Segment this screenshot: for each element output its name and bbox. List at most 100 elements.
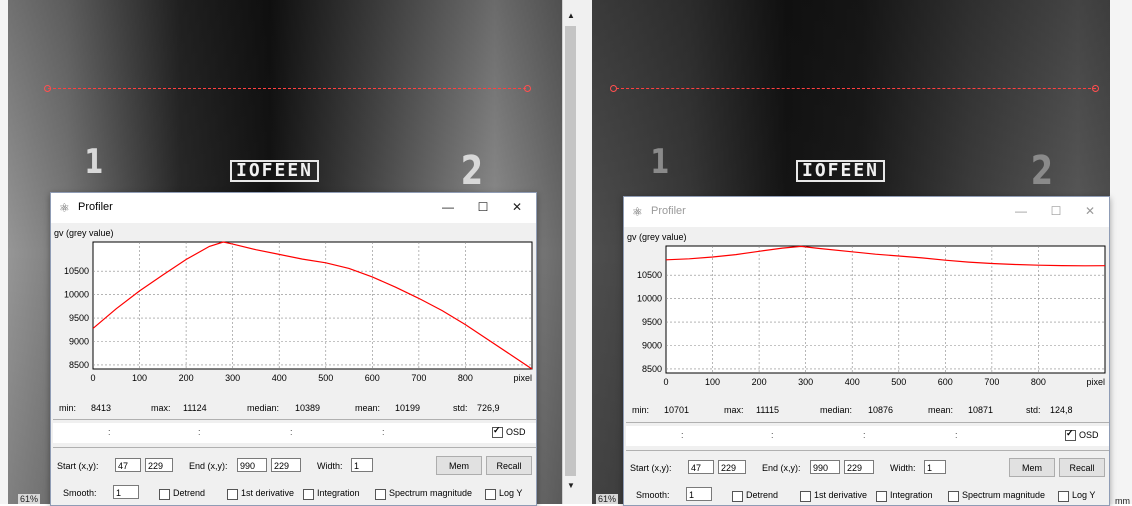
marker-label-2: 2	[460, 148, 484, 194]
x-axis-unit-label: pixel	[1086, 377, 1105, 387]
integration-checkbox[interactable]	[303, 489, 314, 500]
y-axis-label: gv (grey value)	[627, 232, 687, 242]
osd-readout: :	[955, 430, 958, 440]
profiler-titlebar[interactable]: ⚛ Profiler — ☐ ✕	[51, 193, 536, 223]
y-tick-label: 8500	[642, 364, 662, 374]
osd-readout: :	[108, 427, 111, 437]
derivative-label: 1st derivative	[814, 490, 868, 500]
end-label: End (x,y):	[762, 463, 801, 473]
logy-checkbox[interactable]	[485, 489, 496, 500]
zoom-level: 61%	[18, 494, 41, 504]
y-tick-label: 9500	[642, 317, 662, 327]
y-tick-label: 10000	[637, 294, 662, 304]
stat-max-value: 11124	[183, 403, 207, 413]
maximize-icon[interactable]: ☐	[468, 197, 498, 217]
spectrum-checkbox[interactable]	[948, 491, 959, 502]
y-tick-label: 10500	[64, 266, 89, 276]
start-x-input[interactable]: 47	[115, 458, 141, 472]
stat-median-value: 10876	[868, 405, 894, 415]
left-vertical-scrollbar[interactable]: ▲ ▼	[562, 0, 579, 504]
profiler-window[interactable]: ⚛ Profiler — ☐ ✕ gv (grey value) 10500 10…	[623, 196, 1110, 506]
osd-readout: :	[681, 430, 684, 440]
start-y-input[interactable]: 229	[145, 458, 173, 472]
start-y-input[interactable]: 229	[718, 460, 746, 474]
window-title: Profiler	[78, 201, 113, 213]
stats-row: min: 10701 max: 11115 median: 10876 mean…	[624, 405, 1109, 419]
detrend-checkbox[interactable]	[159, 489, 170, 500]
profile-end-handle[interactable]	[524, 85, 531, 92]
end-label: End (x,y):	[189, 461, 228, 471]
logy-label: Log Y	[1072, 490, 1096, 500]
osd-readout: :	[771, 430, 774, 440]
end-x-input[interactable]: 990	[810, 460, 840, 474]
x-tick-label: 600	[938, 377, 953, 387]
smooth-label: Smooth:	[63, 488, 97, 498]
x-tick-label: 800	[1031, 377, 1046, 387]
scroll-down-icon[interactable]: ▼	[563, 478, 579, 494]
x-tick-label: 0	[90, 373, 95, 383]
profiler-app-icon: ⚛	[59, 201, 70, 215]
profiler-titlebar[interactable]: ⚛ Profiler — ☐ ✕	[624, 197, 1109, 227]
minimize-icon[interactable]: —	[433, 197, 463, 217]
derivative-checkbox[interactable]	[227, 489, 238, 500]
profile-line[interactable]	[48, 88, 526, 89]
end-x-input[interactable]: 990	[237, 458, 267, 472]
stat-mean-value: 10199	[395, 403, 421, 413]
x-tick-label: 0	[663, 377, 668, 387]
osd-checkbox[interactable]	[492, 425, 503, 438]
width-label: Width:	[890, 463, 916, 473]
close-icon[interactable]: ✕	[1075, 201, 1105, 221]
logy-checkbox[interactable]	[1058, 491, 1069, 502]
profile-start-handle[interactable]	[44, 85, 51, 92]
start-x-input[interactable]: 47	[688, 460, 714, 474]
separator	[626, 422, 1109, 423]
x-tick-label: 600	[365, 373, 380, 383]
scroll-thumb[interactable]	[565, 26, 576, 476]
start-label: Start (x,y):	[57, 461, 99, 471]
profile-end-handle[interactable]	[1092, 85, 1099, 92]
close-icon[interactable]: ✕	[502, 197, 532, 217]
mem-button[interactable]: Mem	[1009, 458, 1055, 477]
stat-std-label: std:	[453, 403, 468, 413]
end-y-input[interactable]: 229	[844, 460, 874, 474]
window-title: Profiler	[651, 205, 686, 217]
x-tick-label: 200	[752, 377, 767, 387]
stat-std-value: 726,9	[477, 403, 500, 413]
profiler-window[interactable]: ⚛ Profiler — ☐ ✕ gv (grey value) 10500 10…	[50, 192, 537, 506]
spectrum-checkbox[interactable]	[375, 489, 386, 500]
stat-min-label: min:	[632, 405, 650, 415]
end-y-input[interactable]: 229	[271, 458, 301, 472]
integration-checkbox[interactable]	[876, 491, 887, 502]
minimize-icon[interactable]: —	[1006, 201, 1036, 221]
stat-max-value: 11115	[756, 405, 780, 415]
recall-button[interactable]: Recall	[1059, 458, 1105, 477]
osd-label: OSD	[506, 427, 526, 437]
stat-mean-label: mean:	[355, 403, 381, 413]
y-tick-label: 9000	[642, 341, 662, 351]
osd-checkbox[interactable]	[1065, 428, 1076, 441]
width-input[interactable]: 1	[351, 458, 373, 472]
smooth-input[interactable]: 1	[686, 487, 712, 501]
x-tick-label: 200	[179, 373, 194, 383]
stat-min-value: 8413	[91, 403, 112, 413]
width-input[interactable]: 1	[924, 460, 946, 474]
smooth-input[interactable]: 1	[113, 485, 139, 499]
stat-min-value: 10701	[664, 405, 690, 415]
detrend-checkbox[interactable]	[732, 491, 743, 502]
derivative-checkbox[interactable]	[800, 491, 811, 502]
y-tick-label: 9500	[69, 313, 89, 323]
maximize-icon[interactable]: ☐	[1041, 201, 1071, 221]
y-tick-label: 8500	[69, 360, 89, 370]
profile-start-handle[interactable]	[610, 85, 617, 92]
profile-chart: 10500 10000 9500 9000 85000 100 200 300 400 500 60…	[64, 241, 533, 383]
profile-line[interactable]	[616, 88, 1096, 89]
recall-button[interactable]: Recall	[486, 456, 532, 475]
osd-readout-row: : : : : OSD	[53, 423, 536, 443]
stat-median-label: median:	[247, 403, 280, 413]
mem-button[interactable]: Mem	[436, 456, 482, 475]
marker-label-text: IOFEEN	[230, 160, 320, 182]
x-tick-label: 300	[225, 373, 240, 383]
detrend-label: Detrend	[173, 488, 206, 498]
scroll-up-icon[interactable]: ▲	[563, 8, 579, 24]
x-axis-unit-label: pixel	[513, 373, 532, 383]
